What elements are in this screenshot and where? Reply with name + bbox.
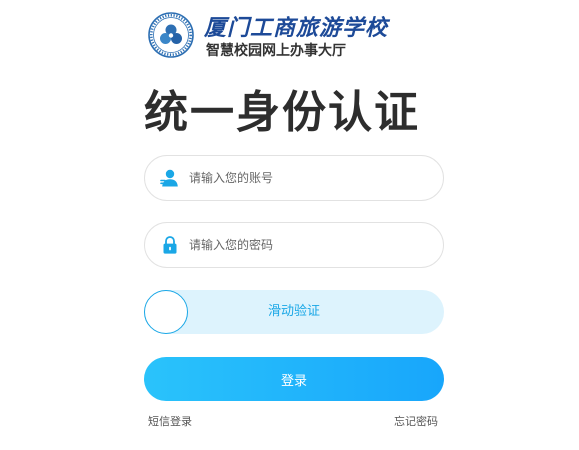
user-icon: [160, 169, 178, 187]
sms-login-link[interactable]: 短信登录: [148, 413, 192, 429]
slide-verify-label: 滑动验证: [267, 304, 320, 319]
password-input[interactable]: [189, 223, 429, 267]
page-title: 统一身份认证: [144, 87, 420, 138]
header: 厦门工商旅游学校 智慧校园网上办事大厅: [148, 10, 444, 62]
password-field[interactable]: [144, 222, 444, 268]
school-seal-logo: [148, 12, 194, 58]
school-name: 厦门工商旅游学校: [204, 15, 389, 41]
forgot-password-link[interactable]: 忘记密码: [394, 413, 438, 429]
slide-verify-handle[interactable]: [144, 290, 188, 334]
slide-verify-track[interactable]: 滑动验证: [144, 290, 444, 334]
login-button[interactable]: 登录: [144, 357, 444, 401]
lock-icon: [163, 236, 177, 254]
username-input[interactable]: [189, 156, 429, 200]
login-panel: 厦门工商旅游学校 智慧校园网上办事大厅 统一身份认证 滑动验证 登录 短信登录 …: [144, 0, 444, 450]
username-field[interactable]: [144, 155, 444, 201]
portal-subtitle: 智慧校园网上办事大厅: [206, 43, 346, 59]
